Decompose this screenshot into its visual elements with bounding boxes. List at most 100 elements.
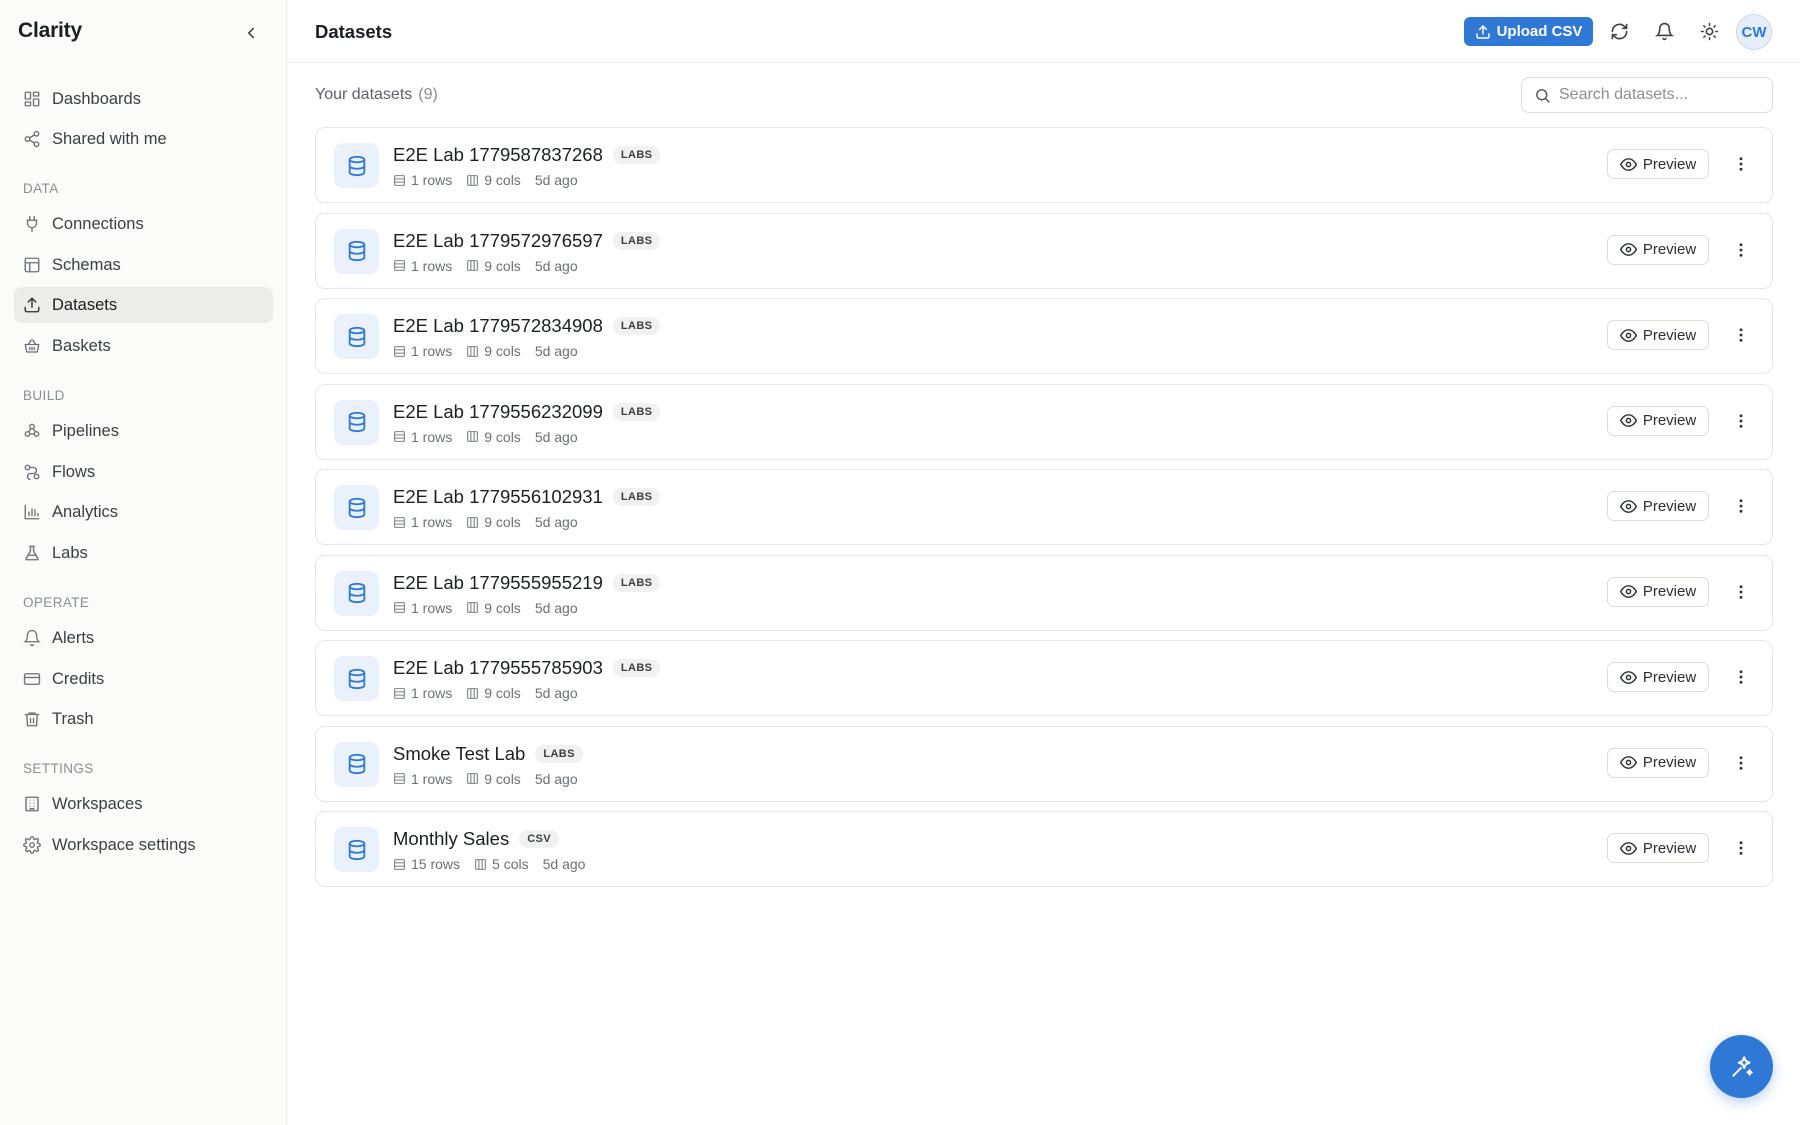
dataset-meta: 1 rows 9 cols 5d ago [393,600,578,616]
theme-toggle-button[interactable] [1697,19,1721,43]
sidebar-item-label: Workspaces [52,794,143,813]
sidebar-item-label: Alerts [52,628,95,647]
bell-icon [1654,22,1674,40]
preview-label: Preview [1642,241,1697,258]
dataset-card[interactable]: E2E Lab 1779556102931 LABS 1 rows 9 cols … [315,469,1773,545]
sidebar-item-label: Dashboards [52,89,141,108]
preview-button[interactable]: Preview [1607,833,1709,863]
database-icon [348,155,365,176]
dataset-name-row: E2E Lab 1779572976597 LABS [393,230,661,252]
preview-button[interactable]: Preview [1607,234,1709,265]
sidebar-item-workspace-settings[interactable]: Workspace settings [14,827,273,863]
eye-icon [1619,756,1637,769]
refresh-button[interactable] [1607,19,1631,43]
sidebar-item-credits[interactable]: Credits [14,661,273,697]
sidebar-item-dashboards[interactable]: Dashboards [14,81,273,117]
sidebar-item-baskets[interactable]: Baskets [14,328,273,364]
sidebar-item-label: Pipelines [52,421,119,440]
dataset-source-badge: CSV [519,830,560,848]
ai-assistant-button[interactable] [1710,1035,1773,1098]
sidebar-item-datasets[interactable]: Datasets [14,287,273,323]
database-icon [348,582,365,604]
cols-meta: 9 cols [466,343,521,359]
cols-meta: 9 cols [466,429,521,445]
sidebar-item-labs[interactable]: Labs [14,535,273,571]
dashboard-icon [24,91,40,107]
preview-button[interactable]: Preview [1607,491,1709,521]
eye-icon [1619,328,1637,342]
upload-csv-button[interactable]: Upload CSV [1464,17,1593,46]
dataset-card[interactable]: Monthly Sales CSV 15 rows 5 cols 5d ago P… [315,811,1773,887]
sidebar-item-label: Datasets [52,295,118,314]
dataset-name-row: Smoke Test Lab LABS [393,743,583,765]
upload-icon [24,297,40,313]
rows-meta: 1 rows [393,514,452,530]
dataset-age: 5d ago [534,514,578,530]
dataset-source-badge: LABS [612,573,661,592]
plug-icon [26,215,38,233]
dataset-meta: 1 rows 9 cols 5d ago [393,771,578,787]
dataset-card[interactable]: E2E Lab 1779572976597 LABS 1 rows 9 cols … [315,212,1773,289]
more-options-button[interactable] [1728,237,1754,263]
chevron-left-icon [248,27,254,39]
avatar[interactable]: CW [1736,14,1772,50]
more-options-button[interactable] [1728,664,1754,690]
preview-button[interactable]: Preview [1607,576,1709,607]
more-options-button[interactable] [1728,493,1754,519]
dataset-card[interactable]: E2E Lab 1779556232099 LABS 1 rows 9 cols … [315,383,1773,460]
preview-label: Preview [1642,412,1697,429]
page-title: Datasets [315,21,393,42]
basket-icon [24,339,40,353]
more-options-button[interactable] [1728,835,1754,861]
rows-count: 15 rows [411,856,461,872]
dataset-name-row: E2E Lab 1779555955219 LABS [393,572,661,594]
preview-button[interactable]: Preview [1607,320,1709,350]
dataset-icon-tile [334,399,379,445]
more-options-button[interactable] [1728,750,1754,776]
sidebar-item-alerts[interactable]: Alerts [14,620,273,656]
columns-icon [467,345,479,357]
cols-meta: 9 cols [466,771,521,787]
sidebar-item-analytics[interactable]: Analytics [14,494,273,530]
dataset-card[interactable]: E2E Lab 1779587837268 LABS 1 rows 9 cols … [315,127,1773,203]
dataset-source-badge: LABS [535,744,583,763]
preview-label: Preview [1642,668,1697,686]
dataset-card[interactable]: E2E Lab 1779555955219 LABS 1 rows 9 cols … [315,554,1773,631]
preview-button[interactable]: Preview [1607,149,1709,179]
dataset-age: 5d ago [534,172,578,188]
rows-meta: 15 rows [393,856,460,872]
more-options-button[interactable] [1728,151,1754,177]
sidebar-item-trash[interactable]: Trash [14,701,273,737]
refresh-icon [1611,23,1627,39]
preview-button[interactable]: Preview [1607,662,1709,692]
columns-icon [475,858,486,870]
database-icon [348,753,365,775]
sidebar-item-flows[interactable]: Flows [14,454,273,490]
dataset-icon-tile [334,570,379,616]
sidebar-item-shared-with-me[interactable]: Shared with me [14,121,273,157]
sidebar-item-connections[interactable]: Connections [14,206,273,242]
search-input[interactable] [1559,86,1759,104]
dataset-card[interactable]: Smoke Test Lab LABS 1 rows 9 cols 5d ago … [315,725,1773,802]
sidebar-item-pipelines[interactable]: Pipelines [14,413,273,449]
more-options-button[interactable] [1728,322,1754,348]
more-options-button[interactable] [1728,579,1754,605]
notifications-button[interactable] [1652,19,1676,43]
dataset-card[interactable]: E2E Lab 1779555785903 LABS 1 rows 9 cols … [315,640,1773,716]
dataset-card[interactable]: E2E Lab 1779572834908 LABS 1 rows 9 cols … [315,298,1773,374]
sidebar-item-schemas[interactable]: Schemas [14,247,273,283]
columns-icon [467,687,479,699]
database-icon [348,240,365,262]
rows-count: 1 rows [411,428,453,445]
rows-meta: 1 rows [393,172,452,188]
sidebar-item-workspaces[interactable]: Workspaces [14,786,273,822]
dataset-age: 5d ago [534,685,578,701]
more-vertical-icon [1739,499,1743,513]
rows-count: 1 rows [411,685,453,701]
preview-button[interactable]: Preview [1607,747,1709,778]
preview-button[interactable]: Preview [1607,405,1709,436]
more-options-button[interactable] [1728,408,1754,434]
columns-icon [467,602,479,613]
rows-count: 1 rows [411,343,453,359]
collapse-sidebar-button[interactable] [238,20,264,46]
